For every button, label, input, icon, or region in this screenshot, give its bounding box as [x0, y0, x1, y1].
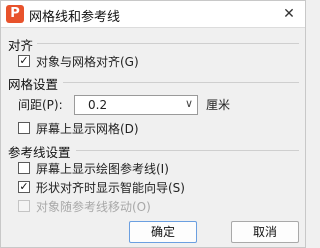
show-grid-checkbox[interactable] — [18, 122, 30, 134]
show-drawing-guides-label: 屏幕上显示绘图参考线(I) — [36, 162, 169, 176]
grid-guides-dialog: P 网格线和参考线 ✕ 对齐 ✓ 对象与网格对齐(G) 网格设置 间距(P): … — [0, 0, 306, 248]
chevron-down-icon[interactable]: ∨ — [185, 97, 193, 110]
wps-presentation-logo-icon: P — [6, 5, 24, 23]
smart-guides-label: 形状对齐时显示智能向导(S) — [36, 181, 185, 195]
move-with-guides-checkbox — [18, 200, 30, 212]
cancel-button[interactable]: 取消 — [231, 221, 299, 243]
spacing-unit: 厘米 — [206, 98, 231, 112]
dialog-title: 网格线和参考线 — [29, 10, 121, 25]
snap-to-grid-label: 对象与网格对齐(G) — [36, 55, 139, 69]
section-divider — [76, 150, 299, 151]
section-title-snap: 对齐 — [8, 38, 34, 53]
close-button[interactable]: ✕ — [279, 4, 299, 24]
move-with-guides-label: 对象随参考线移动(O) — [36, 200, 151, 214]
ok-button[interactable]: 确定 — [129, 221, 197, 243]
section-divider — [37, 43, 299, 44]
snap-to-grid-checkbox[interactable]: ✓ — [18, 55, 30, 67]
show-grid-label: 屏幕上显示网格(D) — [36, 122, 139, 136]
section-title-grid: 网格设置 — [8, 77, 59, 92]
show-drawing-guides-checkbox[interactable] — [18, 162, 30, 174]
spacing-label: 间距(P): — [18, 98, 63, 112]
spacing-value: 0.2 — [88, 98, 108, 112]
smart-guides-checkbox[interactable]: ✓ — [18, 181, 30, 193]
section-title-guides: 参考线设置 — [8, 145, 71, 160]
section-divider — [63, 82, 299, 83]
spacing-select[interactable]: 0.2 ∨ — [74, 95, 198, 115]
title-bar: P 网格线和参考线 ✕ — [1, 1, 305, 28]
